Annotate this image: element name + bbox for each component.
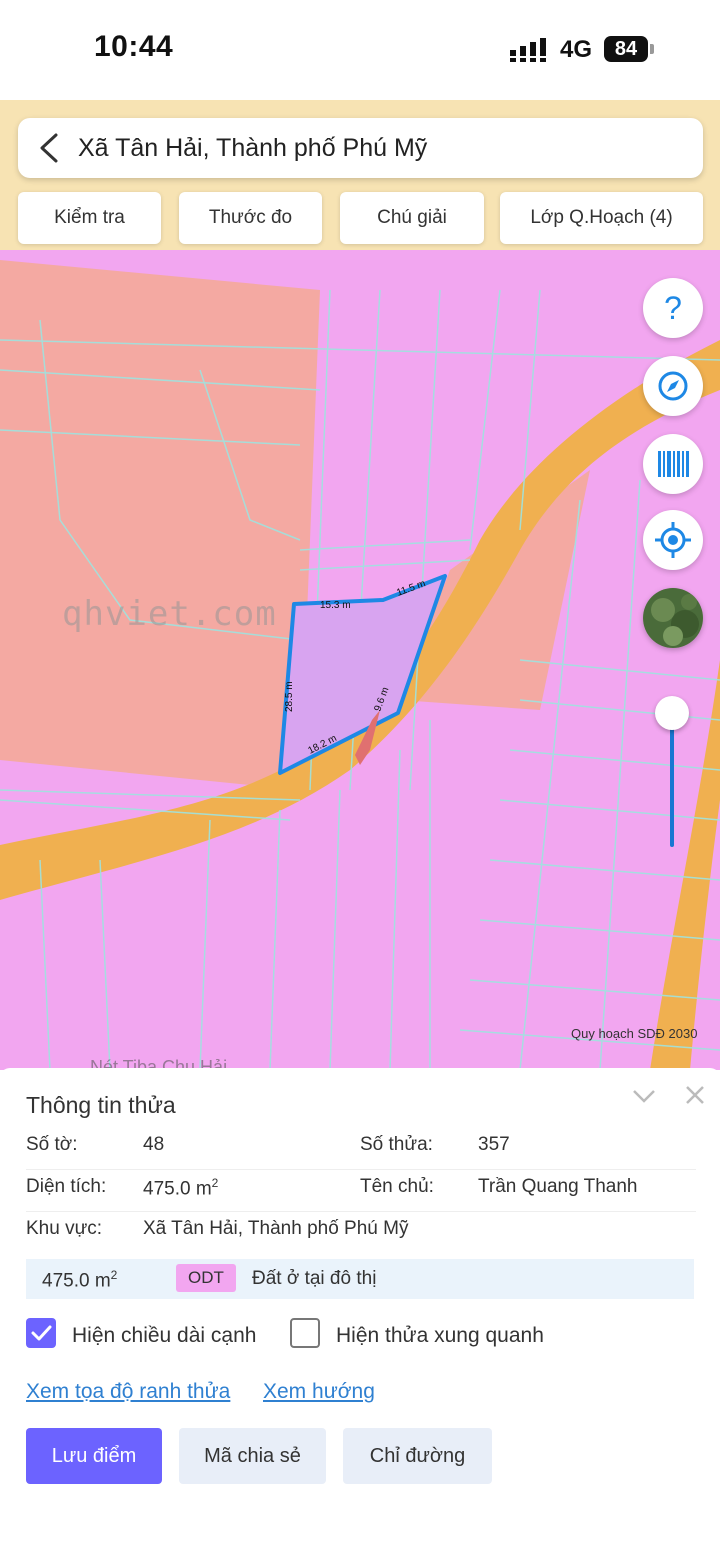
show-edges-label[interactable]: Hiện chiều dài cạnh bbox=[72, 1324, 256, 1348]
network-label: 4G bbox=[560, 36, 593, 63]
view-coordinates-link[interactable]: Xem tọa độ ranh thửa bbox=[26, 1380, 230, 1404]
search-bar[interactable]: Xã Tân Hải, Thành phố Phú Mỹ bbox=[18, 118, 703, 178]
row-sheet-parcel: Số tờ: 48 Số thửa: 357 bbox=[26, 1130, 696, 1170]
help-icon: ? bbox=[664, 290, 682, 326]
legend-button[interactable]: Chú giải bbox=[340, 192, 484, 244]
land-use-row: 475.0 m2 ODT Đất ở tại đô thị bbox=[26, 1259, 694, 1299]
satellite-button[interactable] bbox=[643, 588, 703, 648]
satellite-icon bbox=[643, 588, 703, 648]
compass-icon bbox=[658, 371, 688, 401]
map-canvas: 15.3 m 11.5 m 28.5 m 9.6 m 18.2 m bbox=[0, 100, 720, 1070]
directions-button[interactable]: Chỉ đường bbox=[343, 1428, 492, 1484]
layer-label: Quy hoạch SDĐ 2030 bbox=[571, 1026, 698, 1041]
edge-label-left: 28.5 m bbox=[284, 681, 295, 712]
zoom-slider-handle[interactable] bbox=[655, 696, 689, 730]
land-use-area: 475.0 m2 bbox=[42, 1268, 118, 1292]
locate-icon bbox=[655, 522, 691, 558]
edge-label-top: 15.3 m bbox=[320, 600, 351, 611]
area-label: Diện tích: bbox=[26, 1176, 107, 1197]
battery-icon: 84 bbox=[604, 36, 648, 62]
sheet-label: Số tờ: bbox=[26, 1134, 78, 1155]
area-value: 475.0 m2 bbox=[143, 1176, 219, 1200]
watermark: qhviet.com bbox=[62, 594, 277, 634]
owner-value: Trần Quang Thanh bbox=[478, 1176, 638, 1197]
battery-tip bbox=[650, 44, 654, 54]
help-button[interactable]: ? bbox=[643, 278, 703, 338]
barcode-icon bbox=[658, 451, 689, 477]
signal-icon bbox=[510, 38, 546, 62]
check-button[interactable]: Kiểm tra bbox=[18, 192, 161, 244]
row-area-owner: Diện tích: 475.0 m2 Tên chủ: Trần Quang … bbox=[26, 1172, 696, 1212]
barcode-button[interactable] bbox=[643, 434, 703, 494]
region-value: Xã Tân Hải, Thành phố Phú Mỹ bbox=[143, 1218, 409, 1239]
map-view[interactable]: 15.3 m 11.5 m 28.5 m 9.6 m 18.2 m qhviet… bbox=[0, 100, 720, 1070]
land-use-description: Đất ở tại đô thị bbox=[252, 1268, 377, 1289]
back-icon[interactable] bbox=[36, 132, 62, 164]
close-icon[interactable] bbox=[684, 1084, 706, 1106]
chevron-down-icon[interactable] bbox=[632, 1088, 656, 1104]
row-region: Khu vực: Xã Tân Hải, Thành phố Phú Mỹ bbox=[26, 1214, 696, 1254]
parcel-label: Số thửa: bbox=[360, 1134, 433, 1155]
compass-button[interactable] bbox=[643, 356, 703, 416]
measure-button[interactable]: Thước đo bbox=[179, 192, 322, 244]
show-neighbors-checkbox[interactable] bbox=[290, 1318, 320, 1348]
svg-text:?: ? bbox=[664, 290, 682, 326]
parcel-value: 357 bbox=[478, 1134, 510, 1155]
app-screen: 10:44 4G 84 15.3 m 11.5 m 28.5 m 9.6 m 1… bbox=[0, 0, 720, 1560]
planning-layer-button[interactable]: Lớp Q.Hoạch (4) bbox=[500, 192, 703, 244]
share-code-button[interactable]: Mã chia sẻ bbox=[179, 1428, 326, 1484]
checkmark-icon bbox=[31, 1325, 52, 1341]
location-title: Xã Tân Hải, Thành phố Phú Mỹ bbox=[78, 134, 428, 162]
owner-label: Tên chủ: bbox=[360, 1176, 434, 1197]
parcel-info-panel: Thông tin thửa Số tờ: 48 Số thửa: 357 Di… bbox=[0, 1068, 720, 1560]
zoom-slider-track[interactable] bbox=[670, 712, 674, 847]
status-time: 10:44 bbox=[94, 30, 174, 63]
status-bar: 10:44 4G 84 bbox=[0, 0, 720, 100]
land-use-code-badge: ODT bbox=[176, 1264, 236, 1292]
show-edges-checkbox[interactable] bbox=[26, 1318, 56, 1348]
view-direction-link[interactable]: Xem hướng bbox=[263, 1380, 375, 1404]
region-label: Khu vực: bbox=[26, 1218, 103, 1239]
locate-button[interactable] bbox=[643, 510, 703, 570]
panel-title: Thông tin thửa bbox=[26, 1092, 176, 1118]
save-point-button[interactable]: Lưu điểm bbox=[26, 1428, 162, 1484]
show-neighbors-label[interactable]: Hiện thửa xung quanh bbox=[336, 1324, 544, 1348]
sheet-value: 48 bbox=[143, 1134, 165, 1155]
